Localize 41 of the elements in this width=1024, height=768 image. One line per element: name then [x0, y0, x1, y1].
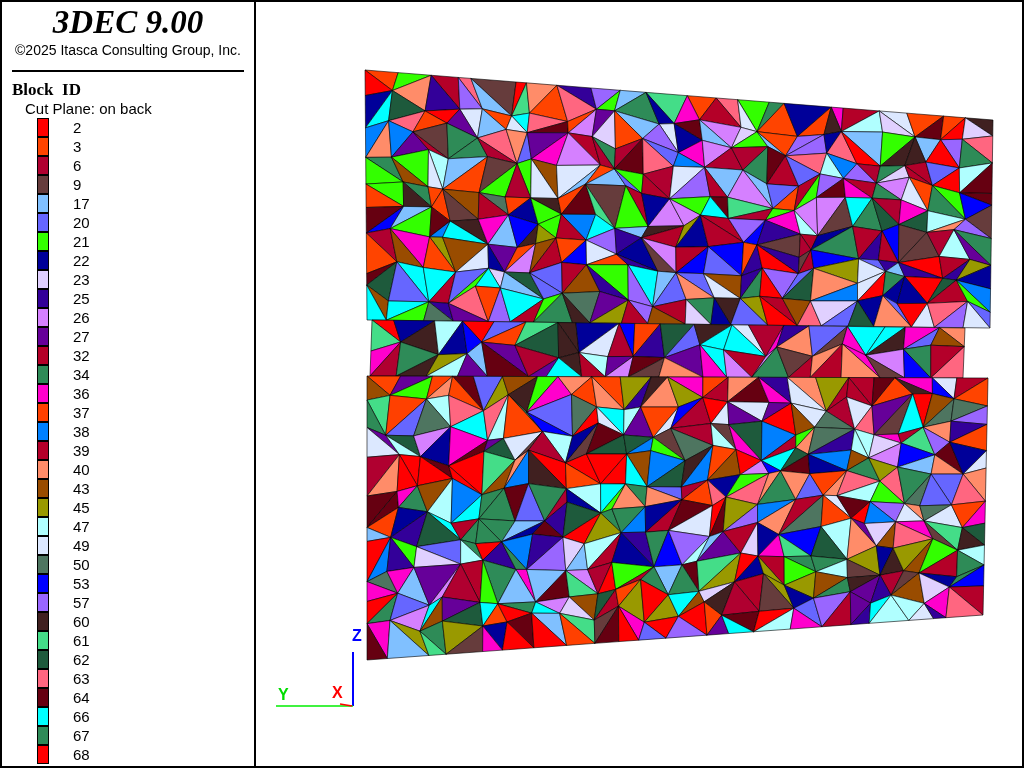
legend-label: 37 — [73, 404, 90, 421]
legend-label: 6 — [73, 157, 82, 174]
legend-label: 62 — [73, 651, 90, 668]
legend-label: 40 — [73, 461, 90, 478]
legend-label: 49 — [73, 537, 90, 554]
legend-label: 9 — [73, 176, 82, 193]
legend-label: 66 — [73, 708, 90, 725]
z-axis-label: Z — [352, 627, 362, 644]
legend-label: 43 — [73, 480, 90, 497]
legend-label: 2 — [73, 119, 82, 136]
legend-label: 20 — [73, 214, 90, 231]
legend-subtitle: Cut Plane: on back — [25, 100, 153, 118]
legend-label: 57 — [73, 594, 90, 611]
legend-label: 22 — [73, 252, 90, 269]
y-axis-label: Y — [278, 686, 289, 703]
legend-label: 23 — [73, 271, 90, 288]
legend-label: 3 — [73, 138, 82, 155]
legend-label: 67 — [73, 727, 90, 744]
legend-label: 17 — [73, 195, 90, 212]
legend-label: 63 — [73, 670, 90, 687]
legend-label: 32 — [73, 347, 90, 364]
legend-label: 25 — [73, 290, 90, 307]
legend-label: 38 — [73, 423, 90, 440]
legend-label: 21 — [73, 233, 90, 250]
legend-label: 36 — [73, 385, 90, 402]
legend-label: 45 — [73, 499, 90, 516]
legend-title: Block ID — [12, 80, 82, 100]
copyright-text: ©2025 Itasca Consulting Group, Inc. — [14, 42, 242, 58]
legend-label: 61 — [73, 632, 90, 649]
legend-label: 47 — [73, 518, 90, 535]
legend-label: 26 — [73, 309, 90, 326]
legend-label: 53 — [73, 575, 90, 592]
legend-label: 64 — [73, 689, 90, 706]
app-title: 3DEC 9.00 — [51, 4, 205, 40]
x-axis-label: X — [332, 684, 343, 701]
legend-label: 60 — [73, 613, 90, 630]
legend-label: 68 — [73, 746, 90, 763]
legend-label: 34 — [73, 366, 90, 383]
legend-label: 39 — [73, 442, 90, 459]
legend-label: 50 — [73, 556, 90, 573]
legend-label: 27 — [73, 328, 90, 345]
